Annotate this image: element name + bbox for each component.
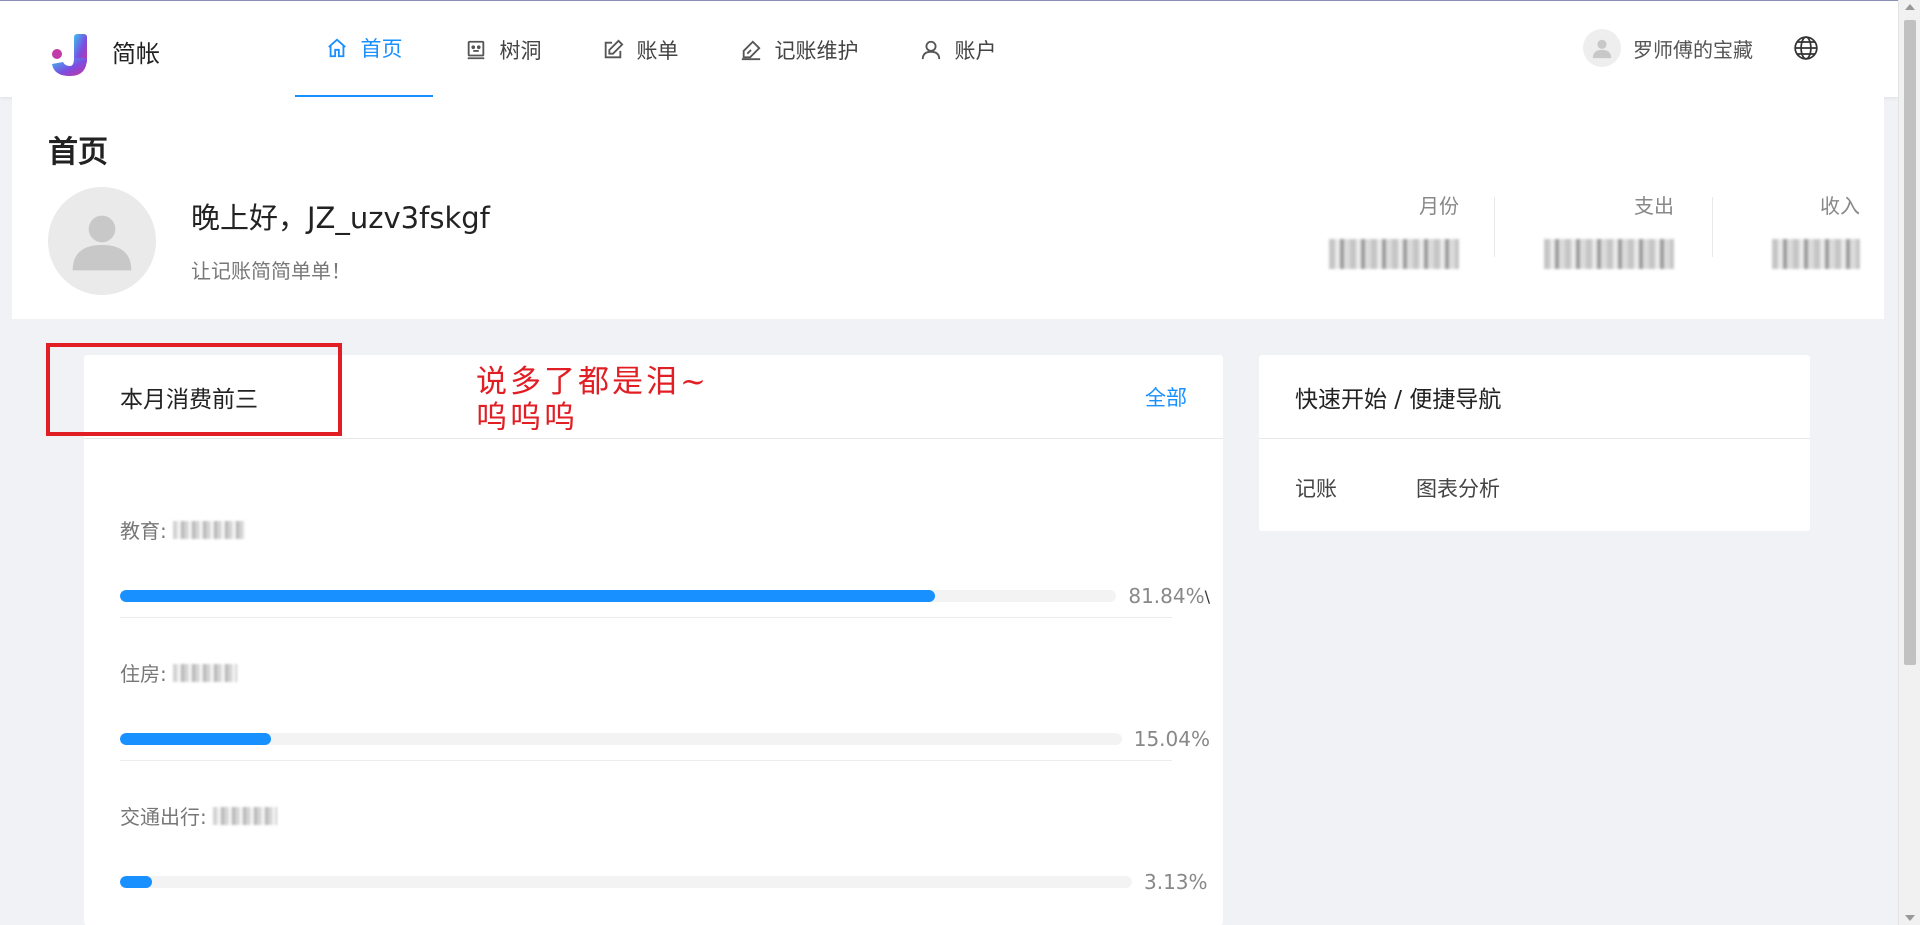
brand-name[interactable]: 简帐 [112,34,160,69]
annotation-highlight-box [46,343,342,436]
stat-expense-label: 支出 [1634,194,1674,218]
home-icon [326,37,348,59]
quick-nav-card: 快速开始 / 便捷导航 记账 图表分析 [1259,355,1810,531]
nav-tree-hole[interactable]: 树洞 [461,1,545,98]
quick-nav-header: 快速开始 / 便捷导航 [1259,355,1810,439]
annotation-line-1: 说多了都是泪~ [476,364,709,400]
user-name: 罗师傅的宝藏 [1633,37,1753,62]
user-avatar-icon [1583,29,1621,67]
progress-bar [120,876,1132,888]
item-divider [120,617,1172,618]
scroll-thumb[interactable] [1904,20,1916,665]
spending-category: 住房: [120,662,167,686]
stat-month: 月份 [1312,190,1459,269]
stat-expense-value-redacted [1544,239,1674,269]
stat-income: 收入 [1740,190,1860,269]
nav-bills-label: 账单 [636,38,679,63]
spending-item-transport: 交通出行: 3.13% [120,801,1210,894]
progress-fill [120,590,936,602]
brand-logo[interactable] [50,34,92,76]
spending-percent: 3.13% [1144,870,1208,894]
spending-category: 教育: [120,519,167,543]
edit-icon [602,39,624,61]
globe-icon[interactable] [1793,35,1819,61]
stat-income-value-redacted [1772,239,1860,269]
quick-link-chart-analysis[interactable]: 图表分析 [1416,473,1500,503]
view-all-link[interactable]: 全部 [1145,382,1187,412]
progress-fill [120,733,271,745]
face-icon [465,39,487,61]
stat-divider [1494,197,1495,257]
profile-avatar-icon [48,187,156,295]
nav-bookkeeping[interactable]: 记账维护 [737,1,861,98]
stat-expense: 支出 [1522,190,1674,269]
page-title: 首页 [48,135,108,170]
spending-percent: 81.84% [1128,584,1205,608]
spending-amount-redacted [172,520,245,539]
nav-home-label: 首页 [360,37,403,61]
progress-bar [120,590,1117,602]
annotation-line-2: 呜呜呜 [476,400,578,436]
user-icon [920,39,942,61]
top-navbar: 简帐 首页 树洞 账单 记账维护 账户 罗师傅的宝藏 [0,0,1898,98]
stat-month-label: 月份 [1419,194,1459,218]
greeting-text: 晚上好，JZ_uzv3fskgf [191,201,490,235]
nav-bookkeeping-label: 记账维护 [774,38,859,63]
stat-divider [1712,197,1713,257]
nav-bills[interactable]: 账单 [599,1,681,98]
nav-home[interactable]: 首页 [295,1,433,98]
spending-category: 交通出行: [120,805,207,829]
user-menu[interactable]: 罗师傅的宝藏 [1583,29,1753,67]
quick-nav-title: 快速开始 / 便捷导航 [1295,386,1502,413]
top-spending-card: 本月消费前三 全部 教育: 81.84% \ 住房: 15.04% 交通出行: … [84,355,1223,925]
nav-account[interactable]: 账户 [917,1,999,98]
pen-icon [740,39,762,61]
spending-item-education: 教育: 81.84% \ [120,515,1210,608]
stat-income-label: 收入 [1820,194,1860,218]
nav-account-label: 账户 [954,38,997,63]
spending-amount-redacted [172,663,237,682]
annotation-note: 说多了都是泪~ 呜呜呜 [476,364,709,436]
greeting-subtitle: 让记账简简单单！ [191,259,351,283]
nav-tree-hole-label: 树洞 [499,38,542,63]
quick-link-record[interactable]: 记账 [1295,473,1337,503]
stat-month-value-redacted [1329,239,1459,269]
item-divider [120,760,1172,761]
progress-bar [120,733,1122,745]
spending-percent: 15.04% [1133,727,1210,751]
progress-fill [120,876,152,888]
spending-amount-redacted [212,806,277,825]
scroll-down-arrow-icon[interactable] [1905,915,1915,921]
page-scrollbar[interactable] [1898,0,1920,925]
welcome-panel: 首页 晚上好，JZ_uzv3fskgf 让记账简简单单！ 月份 支出 收入 [12,97,1884,319]
spending-item-housing: 住房: 15.04% [120,658,1210,751]
scroll-up-arrow-icon[interactable] [1905,4,1915,10]
